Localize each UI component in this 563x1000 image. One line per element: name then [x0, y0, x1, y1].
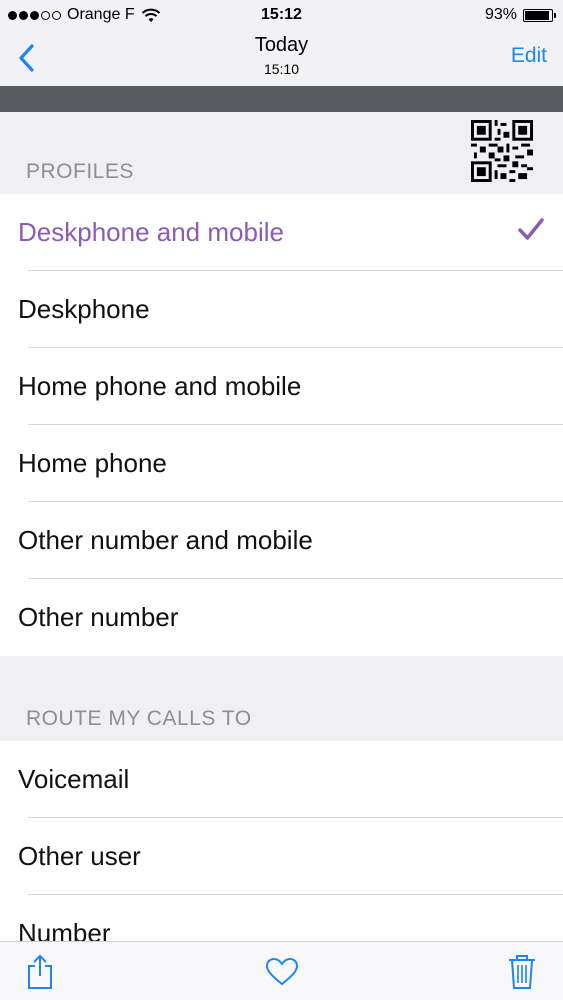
status-right: 93% — [484, 6, 556, 24]
profile-row-home-phone-and-mobile[interactable]: Home phone and mobile — [0, 348, 563, 425]
delete-button[interactable] — [502, 952, 542, 992]
heart-icon — [265, 957, 299, 986]
nav-title-main: Today — [254, 34, 309, 56]
route-label: Other user — [18, 841, 141, 871]
screen: Orange F 15:12 93% Today 15:10 Edit PROF… — [0, 0, 563, 1000]
profile-row-other-number-and-mobile[interactable]: Other number and mobile — [0, 502, 563, 579]
bottom-toolbar — [0, 941, 563, 1000]
qr-code-icon[interactable] — [471, 120, 533, 182]
favorite-button[interactable] — [262, 952, 302, 992]
nav-title: Today 15:10 — [0, 34, 563, 77]
share-icon — [28, 954, 52, 989]
profile-row-home-phone[interactable]: Home phone — [0, 425, 563, 502]
battery-fill — [525, 10, 550, 20]
profile-label: Other number and mobile — [18, 525, 313, 555]
route-header-label: ROUTE MY CALLS TO — [26, 707, 252, 730]
navigation-bar: Today 15:10 Edit — [0, 30, 563, 86]
share-button[interactable] — [20, 952, 60, 992]
route-list: Voicemail Other user Number — [0, 741, 563, 972]
battery-icon — [523, 8, 556, 22]
route-label: Voicemail — [18, 764, 130, 794]
profile-label: Home phone and mobile — [18, 371, 302, 401]
profile-row-other-number[interactable]: Other number — [0, 579, 563, 656]
status-bar: Orange F 15:12 93% — [0, 0, 563, 30]
profile-label: Home phone — [18, 448, 167, 478]
route-row-voicemail[interactable]: Voicemail — [0, 741, 563, 818]
profile-label: Other number — [18, 602, 179, 632]
profile-label: Deskphone — [18, 294, 150, 324]
edit-button[interactable]: Edit — [511, 44, 547, 68]
profile-row-deskphone-and-mobile[interactable]: Deskphone and mobile — [0, 194, 563, 271]
route-row-other-user[interactable]: Other user — [0, 818, 563, 895]
status-time: 15:12 — [261, 6, 302, 23]
profile-label: Deskphone and mobile — [18, 217, 284, 247]
profiles-section-header: PROFILES — [0, 112, 563, 194]
header-strip — [0, 86, 563, 112]
checkmark-icon — [518, 218, 544, 240]
profiles-list: Deskphone and mobile Deskphone Home phon… — [0, 194, 563, 656]
battery-percent: 93% — [484, 6, 517, 23]
profiles-header-label: PROFILES — [26, 160, 134, 183]
route-section-header: ROUTE MY CALLS TO — [0, 656, 563, 741]
nav-title-sub: 15:10 — [263, 61, 300, 77]
profile-row-deskphone[interactable]: Deskphone — [0, 271, 563, 348]
trash-icon — [509, 955, 535, 989]
